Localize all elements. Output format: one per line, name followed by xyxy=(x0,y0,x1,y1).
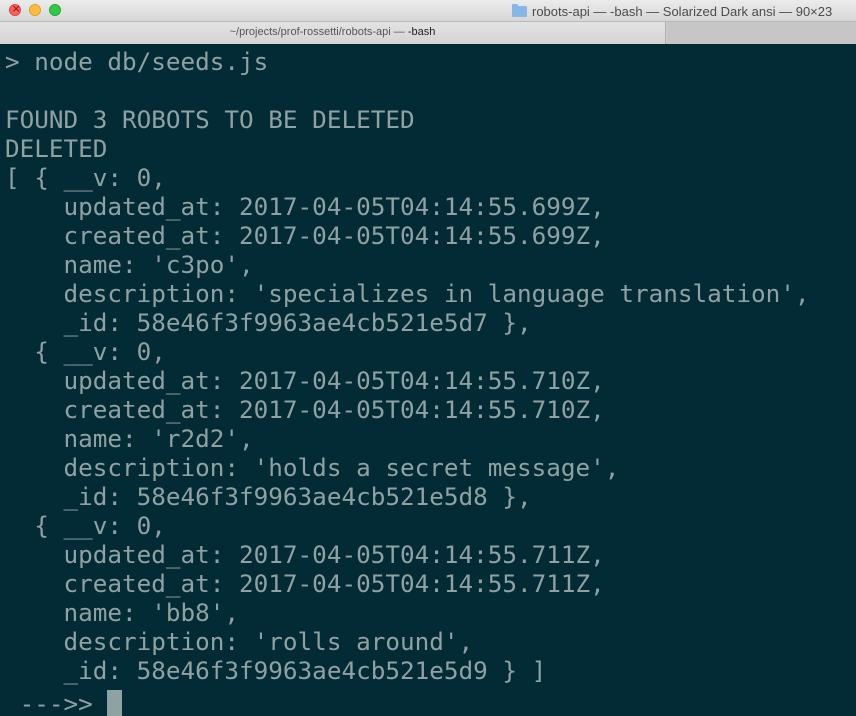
terminal-output[interactable]: > node db/seeds.js FOUND 3 ROBOTS TO BE D… xyxy=(0,45,856,716)
minimize-window-button[interactable] xyxy=(29,4,41,16)
terminal-line: _id: 58e46f3f9963ae4cb521e5d7 }, xyxy=(5,308,532,337)
terminal-line: created_at: 2017-04-05T04:14:55.710Z, xyxy=(5,395,605,424)
terminal-line: description: 'rolls around', xyxy=(5,627,474,656)
tab-bar-empty-area[interactable] xyxy=(667,22,856,44)
terminal-line: FOUND 3 ROBOTS TO BE DELETED xyxy=(5,105,415,134)
tab-path: ~/projects/prof-rossetti/robots-api — xyxy=(229,26,408,38)
title-bar[interactable]: robots-api — -bash — Solarized Dark ansi… xyxy=(0,0,856,22)
tab-bar: ~/projects/prof-rossetti/robots-api — -b… xyxy=(0,22,856,44)
terminal-lines: > node db/seeds.js FOUND 3 ROBOTS TO BE D… xyxy=(5,47,856,685)
tab-process: -bash xyxy=(407,26,436,38)
prompt-line[interactable]: --->> xyxy=(5,689,856,716)
terminal-line: > node db/seeds.js xyxy=(5,47,269,76)
terminal-window: robots-api — -bash — Solarized Dark ansi… xyxy=(0,0,856,716)
terminal-line: updated_at: 2017-04-05T04:14:55.710Z, xyxy=(5,366,605,395)
terminal-line: updated_at: 2017-04-05T04:14:55.699Z, xyxy=(5,192,605,221)
zoom-window-button[interactable] xyxy=(49,4,61,16)
prompt: --->> xyxy=(5,689,93,716)
terminal-line: description: 'holds a secret message', xyxy=(5,453,620,482)
terminal-line: _id: 58e46f3f9963ae4cb521e5d8 }, xyxy=(5,482,532,511)
terminal-line: created_at: 2017-04-05T04:14:55.711Z, xyxy=(5,569,605,598)
window-title-text: robots-api — -bash — Solarized Dark ansi… xyxy=(532,3,833,19)
terminal-line: { __v: 0, xyxy=(5,337,166,366)
terminal-line: description: 'specializes in language tr… xyxy=(5,279,810,308)
terminal-line: updated_at: 2017-04-05T04:14:55.711Z, xyxy=(5,540,605,569)
terminal-line: [ { __v: 0, xyxy=(5,163,166,192)
terminal-line: name: 'bb8', xyxy=(5,598,240,627)
folder-icon xyxy=(512,3,527,17)
terminal-line: created_at: 2017-04-05T04:14:55.699Z, xyxy=(5,221,605,250)
text-cursor xyxy=(106,690,122,716)
terminal-line: { __v: 0, xyxy=(5,511,166,540)
terminal-line: name: 'c3po', xyxy=(5,250,254,279)
close-window-button[interactable] xyxy=(9,2,21,16)
tab-bash[interactable]: ~/projects/prof-rossetti/robots-api — -b… xyxy=(0,22,666,44)
terminal-line: name: 'r2d2', xyxy=(5,424,254,453)
terminal-line: _id: 58e46f3f9963ae4cb521e5d9 } ] xyxy=(5,656,547,685)
window-title: robots-api — -bash — Solarized Dark ansi… xyxy=(512,3,832,19)
terminal-line: DELETED xyxy=(5,134,108,163)
